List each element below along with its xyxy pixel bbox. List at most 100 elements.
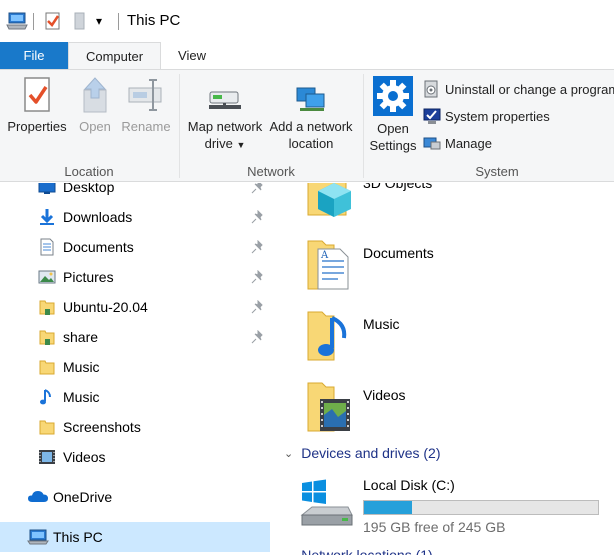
add-network-location-label-2: location (288, 136, 334, 151)
group-separator (363, 74, 364, 178)
nav-item-label: Ubuntu-20.04 (63, 299, 148, 315)
folder-label: Music (363, 316, 400, 332)
uninstall-icon (424, 80, 438, 98)
nav-item-this-pc[interactable]: This PC (0, 522, 270, 552)
nav-item-label: Videos (63, 449, 106, 465)
tab-file[interactable]: File (0, 42, 68, 70)
open-label: Open (79, 119, 111, 134)
group-separator (179, 74, 180, 178)
properties-label: Properties (7, 119, 67, 134)
svg-text:A: A (320, 250, 329, 261)
folder-music[interactable]: Music (270, 306, 614, 376)
nav-item-label: Desktop (63, 183, 115, 195)
folder-label: Documents (363, 245, 434, 261)
nav-item-onedrive[interactable]: OneDrive (0, 484, 270, 510)
system-group-label: System (475, 164, 519, 179)
rename-icon (128, 79, 162, 111)
open-settings-label-1: Open (377, 121, 409, 136)
uninstall-label: Uninstall or change a program (445, 81, 614, 97)
map-network-drive-button[interactable]: Map network drive ▼ (184, 86, 266, 154)
nav-item-label: This PC (53, 529, 103, 545)
folder-icon (39, 360, 55, 375)
videos-icon (39, 450, 55, 464)
system-properties-label: System properties (445, 108, 550, 124)
rename-button[interactable]: Rename (120, 76, 172, 135)
drive-name: Local Disk (C:) (363, 477, 455, 493)
devices-header-label: Devices and drives (2) (301, 445, 441, 461)
nav-item-desktop[interactable]: Desktop (0, 183, 270, 200)
3d-objects-folder-icon (307, 183, 351, 217)
open-icon (83, 77, 107, 113)
tab-computer[interactable]: Computer (68, 42, 161, 71)
pin-icon[interactable] (251, 330, 265, 344)
this-pc-icon[interactable] (6, 10, 28, 32)
properties-quick-icon[interactable] (44, 10, 62, 32)
navigation-pane[interactable]: Desktop Downloads Documents Pictures Ubu… (0, 183, 270, 555)
chevron-down-icon[interactable]: ⌄ (284, 447, 293, 460)
documents-folder-icon: A (307, 240, 349, 290)
nav-item-videos[interactable]: Videos (0, 444, 270, 470)
nav-item-label: OneDrive (53, 489, 113, 505)
add-network-location-button[interactable]: Add a network location (266, 86, 356, 152)
onedrive-cloud-icon (28, 491, 48, 502)
network-location-icon (296, 87, 325, 111)
add-network-location-label-1: Add a network (269, 119, 353, 134)
nav-item-share[interactable]: share (0, 324, 270, 350)
properties-button[interactable]: Properties (4, 76, 70, 135)
nav-item-music[interactable]: Music (0, 384, 270, 410)
nav-item-ubuntu[interactable]: Ubuntu-20.04 (0, 294, 270, 320)
new-folder-quick-icon[interactable] (72, 10, 86, 32)
nav-item-screenshots[interactable]: Screenshots (0, 414, 270, 440)
this-pc-icon (27, 529, 49, 545)
devices-and-drives-header[interactable]: ⌄ Devices and drives (2) (284, 445, 441, 461)
nav-item-pictures[interactable]: Pictures (0, 264, 270, 290)
pin-icon[interactable] (251, 210, 265, 224)
title-bar: ▾ This PC (0, 0, 614, 42)
uninstall-program-button[interactable]: Uninstall or change a program (422, 78, 614, 100)
system-properties-button[interactable]: System properties (422, 105, 550, 127)
rename-label: Rename (121, 119, 171, 134)
location-group-label: Location (64, 164, 114, 179)
ribbon: Properties Open Rename Location Map netw… (0, 69, 614, 182)
pin-icon[interactable] (251, 183, 265, 194)
network-locations-header[interactable]: ⌄ Network locations (1) (284, 547, 433, 555)
nav-item-label: Music (63, 359, 100, 375)
title-separator (33, 13, 34, 30)
drive-local-disk-c[interactable]: Local Disk (C:) 195 GB free of 245 GB (270, 473, 614, 535)
folder-documents[interactable]: A Documents (270, 235, 614, 305)
nav-item-label: Pictures (63, 269, 114, 285)
drive-free-space: 195 GB free of 245 GB (363, 519, 506, 535)
system-properties-icon (423, 108, 441, 124)
folder-3d-objects[interactable]: 3D Objects (270, 183, 614, 233)
nav-item-documents[interactable]: Documents (0, 234, 270, 260)
manage-computer-icon (423, 137, 441, 150)
open-settings-label-2: Settings (369, 138, 417, 153)
pin-icon[interactable] (251, 270, 265, 284)
open-settings-button[interactable]: Open Settings (366, 76, 420, 154)
folder-icon (39, 330, 55, 345)
network-drive-icon (209, 91, 241, 109)
tab-view[interactable]: View (161, 42, 223, 70)
manage-button[interactable]: Manage (422, 132, 492, 154)
network-group-label: Network (247, 164, 295, 179)
desktop-icon (38, 183, 56, 194)
folder-videos[interactable]: Videos (270, 377, 614, 447)
music-icon (40, 389, 51, 405)
nav-item-label: Screenshots (63, 419, 141, 435)
folder-label: Videos (363, 387, 406, 403)
open-button[interactable]: Open (74, 76, 116, 135)
drive-usage-fill (364, 501, 412, 514)
folder-label: 3D Objects (363, 183, 433, 191)
nav-item-downloads[interactable]: Downloads (0, 204, 270, 230)
pin-icon[interactable] (251, 240, 265, 254)
ribbon-tabs: File Computer View (0, 42, 614, 71)
nav-item-music-folder[interactable]: Music (0, 354, 270, 380)
nav-item-label: share (63, 329, 99, 345)
folder-icon (39, 420, 55, 435)
content-pane[interactable]: 3D Objects A Documents Music Videos ⌄ De… (270, 183, 614, 555)
chevron-down-icon[interactable]: ⌄ (284, 549, 293, 555)
map-network-drive-label-2: drive (204, 136, 233, 151)
settings-gear-icon (373, 76, 413, 116)
customize-qat-icon[interactable]: ▾ (96, 10, 102, 32)
pin-icon[interactable] (251, 300, 265, 314)
